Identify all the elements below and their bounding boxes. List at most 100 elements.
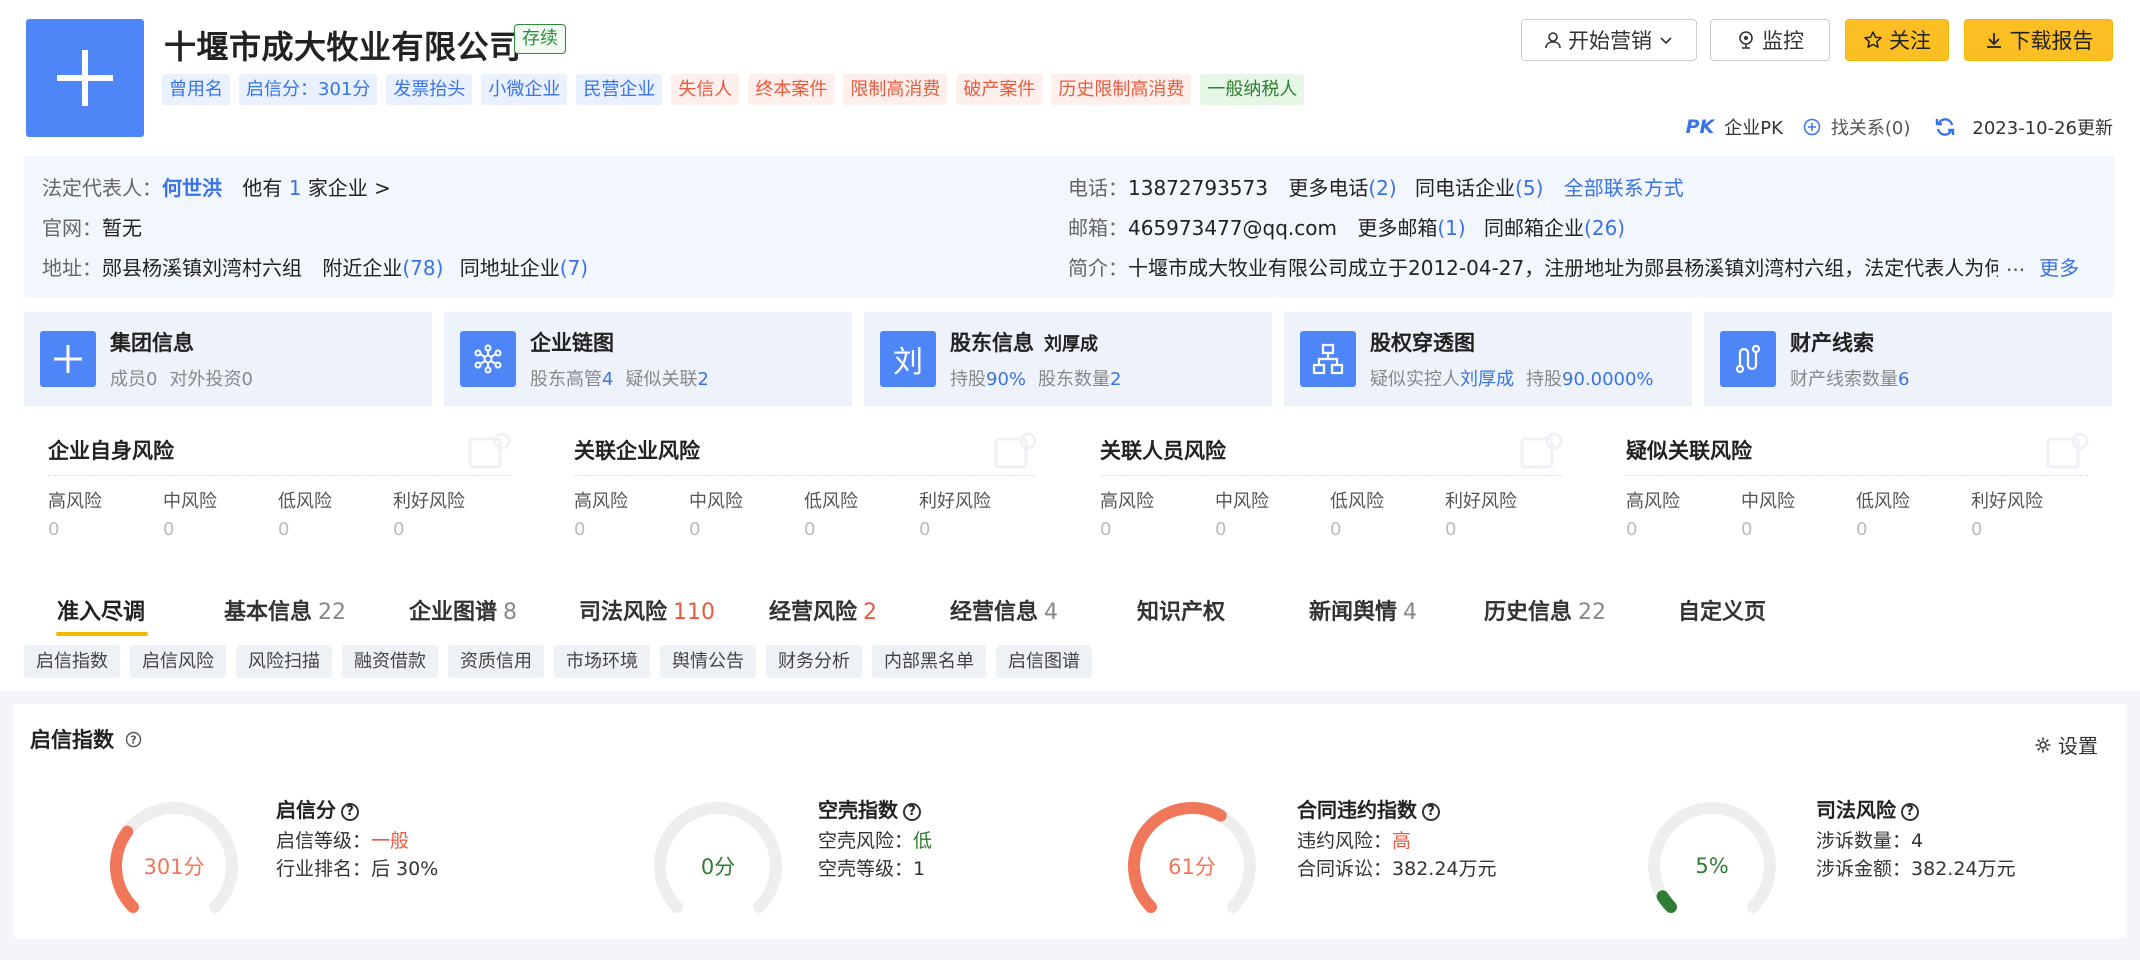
subtab-item[interactable]: 资质信用 xyxy=(448,645,544,678)
quick-card[interactable]: 企业链图 股东高管4 疑似关联2 xyxy=(444,312,852,406)
phone-row: 电话：13872793573 更多电话(2) 同电话企业(5) 全部联系方式 xyxy=(1068,176,1684,200)
tag-item[interactable]: 失信人 xyxy=(671,74,740,105)
download-icon xyxy=(1986,33,2001,48)
intro-ellipsis: ... xyxy=(2006,252,2026,276)
tab-item[interactable]: 新闻舆情 4 xyxy=(1309,594,1417,626)
subtab-item[interactable]: 财务分析 xyxy=(766,645,862,678)
monitor-button[interactable]: 监控 xyxy=(1710,19,1830,61)
card-subtitle: 疑似实控人刘厚成 持股90.0000% xyxy=(1370,365,1666,391)
tab-label: 司法风险 xyxy=(579,600,668,625)
risk-watermark-icon xyxy=(468,432,511,469)
tag-item[interactable]: 小微企业 xyxy=(481,74,568,105)
tag-item[interactable]: 限制高消费 xyxy=(843,74,948,105)
download-report-button[interactable]: 下载报告 xyxy=(1964,19,2113,61)
tab-label: 自定义页 xyxy=(1678,600,1767,625)
tag-item[interactable]: 启信分：301分 xyxy=(239,74,378,105)
legal-rep-link[interactable]: 何世洪 xyxy=(162,176,222,200)
risk-box[interactable]: 疑似关联风险 高风险 0 中风险 0 低风险 0 利好风险 0 xyxy=(1602,421,2112,553)
risk-level-count: 0 xyxy=(1856,519,1868,540)
more-phones-link[interactable]: 更多电话(2) xyxy=(1288,176,1396,200)
refresh-icon[interactable] xyxy=(1934,116,1956,138)
pk-link[interactable]: 企业PK xyxy=(1724,114,1783,140)
tab-item[interactable]: 企业图谱 8 xyxy=(409,594,517,626)
help-icon[interactable]: ? xyxy=(341,802,359,821)
tab-item[interactable]: 知识产权 xyxy=(1137,594,1225,626)
help-icon[interactable]: ? xyxy=(125,731,142,748)
risk-title: 疑似关联风险 xyxy=(1626,439,1752,463)
gauge-line1-value: 一般 xyxy=(371,830,410,852)
basic-info-panel: 法定代表人：何世洪 他有 1 家企业 > 官网：暂无 地址：郧县杨溪镇刘湾村六组… xyxy=(24,156,2114,298)
risk-title: 关联人员风险 xyxy=(1100,439,1226,463)
marketing-button[interactable]: 开始营销 xyxy=(1521,19,1697,61)
risk-box[interactable]: 关联企业风险 高风险 0 中风险 0 低风险 0 利好风险 0 xyxy=(550,421,1060,553)
tag-item[interactable]: 终本案件 xyxy=(748,74,835,105)
help-icon[interactable]: ? xyxy=(903,802,921,821)
legal-rep-other-companies[interactable]: 他有 1 家企业 > xyxy=(242,176,391,200)
same-address-link[interactable]: 同地址企业(7) xyxy=(460,256,588,280)
risk-level-label: 高风险 xyxy=(574,491,628,512)
tab-item[interactable]: 经营信息 4 xyxy=(950,594,1058,626)
subtab-item[interactable]: 启信风险 xyxy=(130,645,226,678)
tab-item[interactable]: 经营风险 2 xyxy=(769,594,877,626)
subtab-item[interactable]: 内部黑名单 xyxy=(872,645,986,678)
quick-card[interactable]: 刘 股东信息 刘厚成 持股90% 股东数量2 xyxy=(864,312,1272,406)
active-tab-underline xyxy=(56,632,148,636)
follow-button[interactable]: 关注 xyxy=(1845,19,1949,61)
help-icon[interactable]: ? xyxy=(1422,802,1440,821)
tab-label: 企业图谱 xyxy=(409,600,498,625)
card-title: 股权穿透图 xyxy=(1370,331,1475,355)
subtab-item[interactable]: 融资借款 xyxy=(342,645,438,678)
network-icon xyxy=(474,344,502,374)
tag-item[interactable]: 历史限制高消费 xyxy=(1051,74,1192,105)
monitor-icon xyxy=(1739,31,1753,49)
risk-level-label: 高风险 xyxy=(1100,491,1154,512)
tab-item[interactable]: 基本信息 22 xyxy=(224,594,346,626)
tab-item[interactable]: 司法风险 110 xyxy=(579,594,715,626)
gauge-line2-value: 382.24万元 xyxy=(1392,858,1497,880)
risk-level-count: 0 xyxy=(1971,519,1983,540)
all-contacts-link[interactable]: 全部联系方式 xyxy=(1564,176,1684,200)
risk-level-label: 利好风险 xyxy=(393,491,465,512)
help-icon[interactable]: ? xyxy=(1901,802,1919,821)
card-sub-value: 6 xyxy=(1898,369,1910,390)
card-subtitle: 财产线索数量6 xyxy=(1790,365,1921,391)
tag-item[interactable]: 民营企业 xyxy=(576,74,663,105)
subtab-item[interactable]: 启信指数 xyxy=(24,645,120,678)
tag-item[interactable]: 一般纳税人 xyxy=(1200,74,1305,105)
settings-button[interactable]: 设置 xyxy=(2034,730,2098,759)
subtab-item[interactable]: 启信图谱 xyxy=(996,645,1092,678)
tab-item[interactable]: 准入尽调 xyxy=(57,594,145,626)
subtab-item[interactable]: 市场环境 xyxy=(554,645,650,678)
subtab-item[interactable]: 舆情公告 xyxy=(660,645,756,678)
tab-item[interactable]: 自定义页 xyxy=(1678,594,1766,626)
tab-item[interactable]: 历史信息 22 xyxy=(1484,594,1606,626)
plus-icon xyxy=(57,50,113,106)
header-meta: PK 企业PK 找关系(0) 2023-10-26更新 xyxy=(1686,114,2113,140)
address-row: 地址：郧县杨溪镇刘湾村六组 附近企业(78) 同地址企业(7) xyxy=(42,256,589,280)
same-phone-link[interactable]: 同电话企业(5) xyxy=(1415,176,1543,200)
same-email-link[interactable]: 同邮箱企业(26) xyxy=(1484,216,1625,240)
gauge-details: 空壳指数? 空壳风险：低 空壳等级：1 xyxy=(818,798,933,880)
risk-divider xyxy=(1626,475,2088,476)
tag-item[interactable]: 破产案件 xyxy=(956,74,1043,105)
tab-label: 知识产权 xyxy=(1137,600,1226,625)
tab-count: 110 xyxy=(673,600,716,625)
risk-box[interactable]: 企业自身风险 高风险 0 中风险 0 低风险 0 利好风险 0 xyxy=(24,421,534,553)
quick-card[interactable]: 财产线索 财产线索数量6 xyxy=(1704,312,2112,406)
subtab-item[interactable]: 风险扫描 xyxy=(236,645,332,678)
card-sub-label: 疑似关联 xyxy=(625,369,698,390)
quick-card[interactable]: 集团信息 成员0 对外投资0 xyxy=(24,312,432,406)
download-label: 下载报告 xyxy=(2009,29,2094,53)
risk-title: 企业自身风险 xyxy=(48,439,174,463)
intro-more-link[interactable]: 更多 xyxy=(2039,252,2079,281)
tag-item[interactable]: 曾用名 xyxy=(162,74,230,105)
monitor-label: 监控 xyxy=(1762,29,1804,53)
nearby-companies-link[interactable]: 附近企业(78) xyxy=(322,256,443,280)
find-relation-link[interactable]: 找关系(0) xyxy=(1831,114,1911,140)
tag-item[interactable]: 发票抬头 xyxy=(386,74,473,105)
risk-level-count: 0 xyxy=(163,519,175,540)
risk-box[interactable]: 关联人员风险 高风险 0 中风险 0 低风险 0 利好风险 0 xyxy=(1076,421,1586,553)
tab-count: 22 xyxy=(318,600,347,625)
quick-card[interactable]: 股权穿透图疑似实控人刘厚成 持股90.0000% xyxy=(1284,312,1692,406)
more-emails-link[interactable]: 更多邮箱(1) xyxy=(1357,216,1465,240)
